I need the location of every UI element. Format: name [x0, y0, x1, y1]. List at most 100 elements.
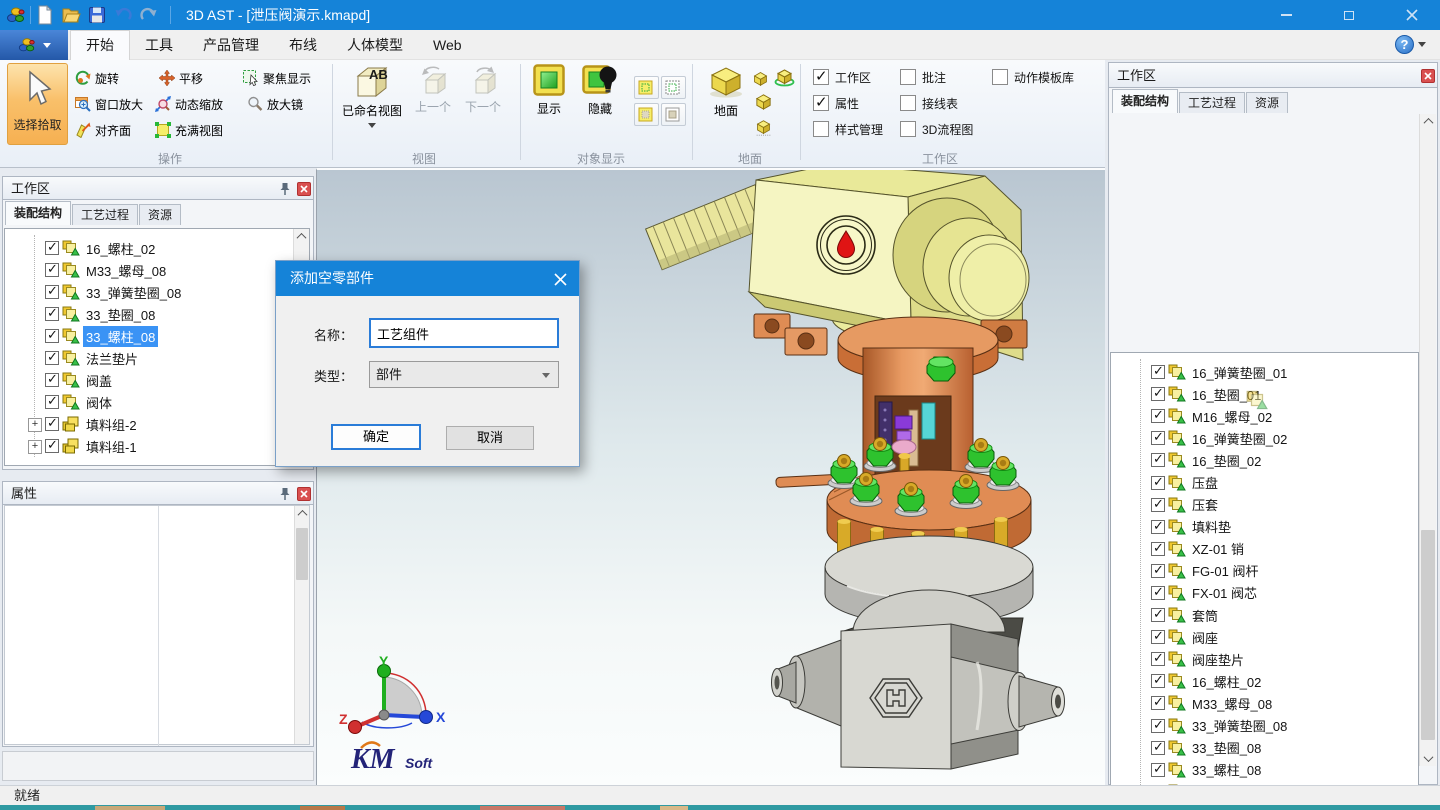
- visibility-checkbox[interactable]: [1151, 520, 1165, 534]
- display-mode-2-button[interactable]: [661, 76, 686, 99]
- visibility-checkbox[interactable]: [45, 373, 59, 387]
- expand-toggle-icon[interactable]: [27, 284, 43, 300]
- tree-item[interactable]: 压套: [1111, 494, 1418, 516]
- expand-toggle-icon[interactable]: [1133, 718, 1149, 734]
- visibility-checkbox[interactable]: [1151, 476, 1165, 490]
- new-file-button[interactable]: [34, 4, 56, 26]
- magnifier-button[interactable]: 放大镜: [244, 92, 306, 116]
- tree-item[interactable]: FG-01 阀杆: [1111, 560, 1418, 582]
- scroll-up-button[interactable]: [294, 229, 309, 244]
- right-tree-scrollbar[interactable]: [1419, 114, 1436, 766]
- redo-button[interactable]: [138, 4, 160, 26]
- tree-item[interactable]: 填料垫: [1111, 516, 1418, 538]
- menu-tab[interactable]: 布线: [274, 30, 332, 60]
- tree-item[interactable]: 阀座垫片: [1111, 648, 1418, 670]
- visibility-checkbox[interactable]: [45, 395, 59, 409]
- model-pipe[interactable]: [776, 474, 834, 487]
- ok-button[interactable]: 确定: [331, 424, 421, 450]
- ground-option-1-button[interactable]: [752, 70, 769, 87]
- dialog-close-button[interactable]: [551, 270, 569, 288]
- tree-item[interactable]: M33_螺母_08: [1111, 692, 1418, 714]
- tree-item[interactable]: 压盘: [1111, 471, 1418, 493]
- visibility-checkbox[interactable]: [45, 329, 59, 343]
- previous-view-button[interactable]: 上一个: [408, 64, 458, 115]
- expand-toggle-icon[interactable]: [1133, 695, 1149, 711]
- tree-item[interactable]: 阀座: [1111, 626, 1418, 648]
- close-button[interactable]: [1388, 0, 1436, 30]
- tree-item[interactable]: 33_垫圈_08: [1111, 737, 1418, 759]
- scroll-down-button[interactable]: [1420, 751, 1436, 766]
- panel-close-button[interactable]: [1421, 69, 1435, 83]
- expand-toggle-icon[interactable]: [27, 328, 43, 344]
- dynamic-zoom-button[interactable]: 动态缩放: [152, 92, 226, 116]
- expand-toggle-icon[interactable]: [27, 350, 43, 366]
- properties-scrollbar[interactable]: [294, 506, 309, 744]
- visibility-checkbox[interactable]: [1151, 453, 1165, 467]
- next-view-button[interactable]: 下一个: [458, 64, 508, 115]
- chevron-down-icon[interactable]: [1418, 42, 1426, 47]
- expand-toggle-icon[interactable]: [1133, 408, 1149, 424]
- menu-tab[interactable]: 人体模型: [332, 30, 418, 60]
- expand-toggle-icon[interactable]: [1133, 629, 1149, 645]
- panel-tab[interactable]: 资源: [1246, 92, 1288, 113]
- help-button[interactable]: ?: [1395, 35, 1414, 54]
- maximize-button[interactable]: [1325, 0, 1373, 30]
- expand-toggle-icon[interactable]: [27, 416, 43, 432]
- name-input[interactable]: [369, 318, 559, 348]
- visibility-checkbox[interactable]: [45, 241, 59, 255]
- expand-toggle-icon[interactable]: [27, 394, 43, 410]
- type-dropdown[interactable]: 部件: [369, 361, 559, 388]
- tree-item[interactable]: 套筒: [1111, 604, 1418, 626]
- visibility-checkbox[interactable]: [45, 263, 59, 277]
- scroll-up-button[interactable]: [1420, 114, 1436, 129]
- tree-item[interactable]: 33_弹簧垫圈_08: [1111, 715, 1418, 737]
- expand-toggle-icon[interactable]: [27, 438, 43, 454]
- expand-toggle-icon[interactable]: [1133, 430, 1149, 446]
- pin-icon[interactable]: [279, 182, 291, 196]
- tree-item[interactable]: 33_螺柱_08: [1111, 759, 1418, 781]
- visibility-checkbox[interactable]: [1151, 652, 1165, 666]
- expand-toggle-icon[interactable]: [1133, 364, 1149, 380]
- visibility-checkbox[interactable]: [45, 439, 59, 453]
- ribbon-checkbox[interactable]: 接线表: [900, 94, 958, 112]
- visibility-checkbox[interactable]: [1151, 564, 1165, 578]
- ribbon-checkbox[interactable]: 样式管理: [813, 120, 883, 138]
- display-mode-3-button[interactable]: [634, 103, 659, 126]
- expand-toggle-icon[interactable]: [1133, 563, 1149, 579]
- menu-tab[interactable]: 开始: [70, 30, 130, 60]
- ribbon-checkbox[interactable]: 3D流程图: [900, 120, 973, 138]
- hide-button[interactable]: 隐藏: [578, 64, 622, 117]
- tree-item[interactable]: 填料组-2: [5, 413, 309, 435]
- visibility-checkbox[interactable]: [1151, 387, 1165, 401]
- ground-option-4-button[interactable]: [755, 118, 772, 137]
- 3d-model-relief-valve[interactable]: [646, 170, 1065, 769]
- tree-item[interactable]: 33_垫圈_08: [5, 303, 309, 325]
- expand-toggle-icon[interactable]: [27, 262, 43, 278]
- tree-item[interactable]: 填料组-1: [5, 435, 309, 457]
- ground-option-3-button[interactable]: [754, 92, 773, 111]
- panel-tab[interactable]: 装配结构: [1112, 89, 1178, 113]
- align-face-button[interactable]: 对齐面: [72, 118, 134, 142]
- visibility-checkbox[interactable]: [1151, 608, 1165, 622]
- scrollbar-thumb[interactable]: [296, 528, 308, 580]
- expand-toggle-icon[interactable]: [1133, 386, 1149, 402]
- visibility-checkbox[interactable]: [1151, 763, 1165, 777]
- show-button[interactable]: 显示: [530, 64, 568, 117]
- focus-display-button[interactable]: 聚焦显示: [240, 66, 314, 90]
- tree-item[interactable]: 阀体: [5, 391, 309, 413]
- tree-item[interactable]: 16_垫圈_01: [1111, 383, 1418, 405]
- rotate-button[interactable]: 旋转: [72, 66, 122, 90]
- expand-toggle-icon[interactable]: [1133, 607, 1149, 623]
- expand-toggle-icon[interactable]: [1133, 585, 1149, 601]
- menu-tab[interactable]: 工具: [130, 30, 188, 60]
- ribbon-checkbox[interactable]: 属性: [813, 94, 859, 112]
- minimize-button[interactable]: [1262, 0, 1310, 30]
- visibility-checkbox[interactable]: [1151, 674, 1165, 688]
- undo-button[interactable]: [112, 4, 134, 26]
- menu-tab[interactable]: Web: [418, 30, 477, 60]
- tree-item[interactable]: 16_弹簧垫圈_01: [1111, 361, 1418, 383]
- visibility-checkbox[interactable]: [1151, 719, 1165, 733]
- tree-item[interactable]: 法兰垫片: [5, 347, 309, 369]
- visibility-checkbox[interactable]: [1151, 498, 1165, 512]
- expand-toggle-icon[interactable]: [1133, 762, 1149, 778]
